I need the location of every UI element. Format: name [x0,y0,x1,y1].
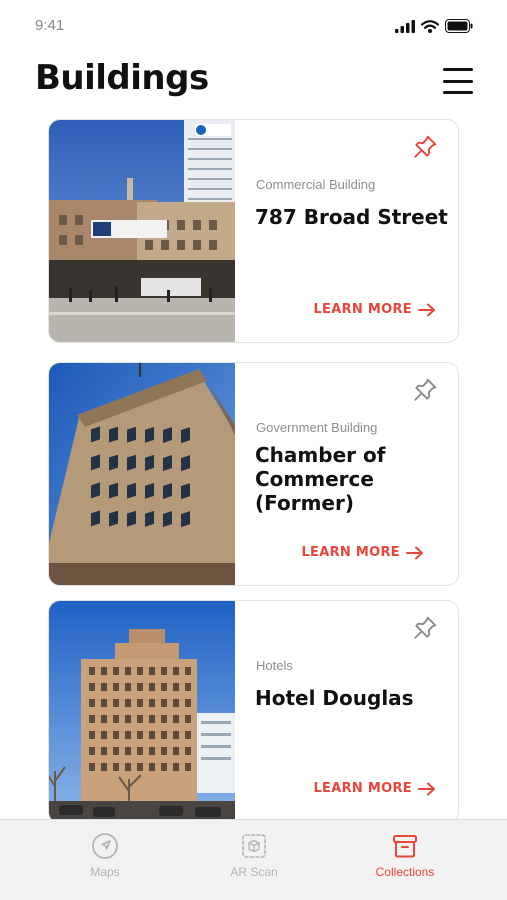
building-name: Hotel Douglas [255,686,414,710]
tab-bar: Maps AR Scan Collections [0,819,507,900]
learn-more-link[interactable]: LEARN MORE [313,781,436,796]
building-photo [49,363,235,585]
learn-more-label: LEARN MORE [301,545,400,560]
pin-icon[interactable] [412,134,438,160]
building-card[interactable]: Government Building Chamber of Commerce … [48,362,459,586]
status-icons [395,19,473,33]
building-photo [49,601,235,823]
menu-bar [443,79,473,83]
building-category: Government Building [256,420,378,435]
learn-more-link[interactable]: LEARN MORE [301,545,424,560]
tab-ar-scan[interactable]: AR Scan [199,832,309,879]
tab-label: Collections [375,865,435,879]
pin-icon[interactable] [412,377,438,403]
wifi-icon [421,19,439,33]
cellular-signal-icon [395,19,415,33]
ar-scan-icon [242,834,266,858]
learn-more-label: LEARN MORE [313,781,412,796]
arrow-right-icon [418,782,435,795]
building-card[interactable]: Hotels Hotel Douglas LEARN MORE [48,600,459,824]
pin-icon[interactable] [412,615,438,641]
status-bar: 9:41 [0,0,507,56]
building-category: Commercial Building [256,177,376,192]
tab-collections[interactable]: Collections [350,832,460,879]
status-time: 9:41 [35,17,65,34]
navigation-icon [92,833,118,859]
building-name: 787 Broad Street [255,205,448,229]
archive-box-icon [393,835,417,858]
arrow-right-icon [406,546,423,559]
building-category: Hotels [256,658,293,673]
menu-bar [443,91,473,94]
tab-maps[interactable]: Maps [50,832,160,879]
arrow-right-icon [418,303,435,316]
learn-more-link[interactable]: LEARN MORE [313,302,436,317]
hamburger-menu-icon[interactable] [443,68,473,94]
tab-label: Maps [90,865,120,879]
building-card[interactable]: Commercial Building 787 Broad Street LEA… [48,119,459,343]
building-photo [49,120,235,342]
battery-icon [445,19,473,33]
building-name: Chamber of Commerce (Former) [255,443,386,515]
page-title: Buildings [35,58,209,98]
menu-bar [443,68,473,71]
tab-label: AR Scan [230,865,278,879]
learn-more-label: LEARN MORE [313,302,412,317]
